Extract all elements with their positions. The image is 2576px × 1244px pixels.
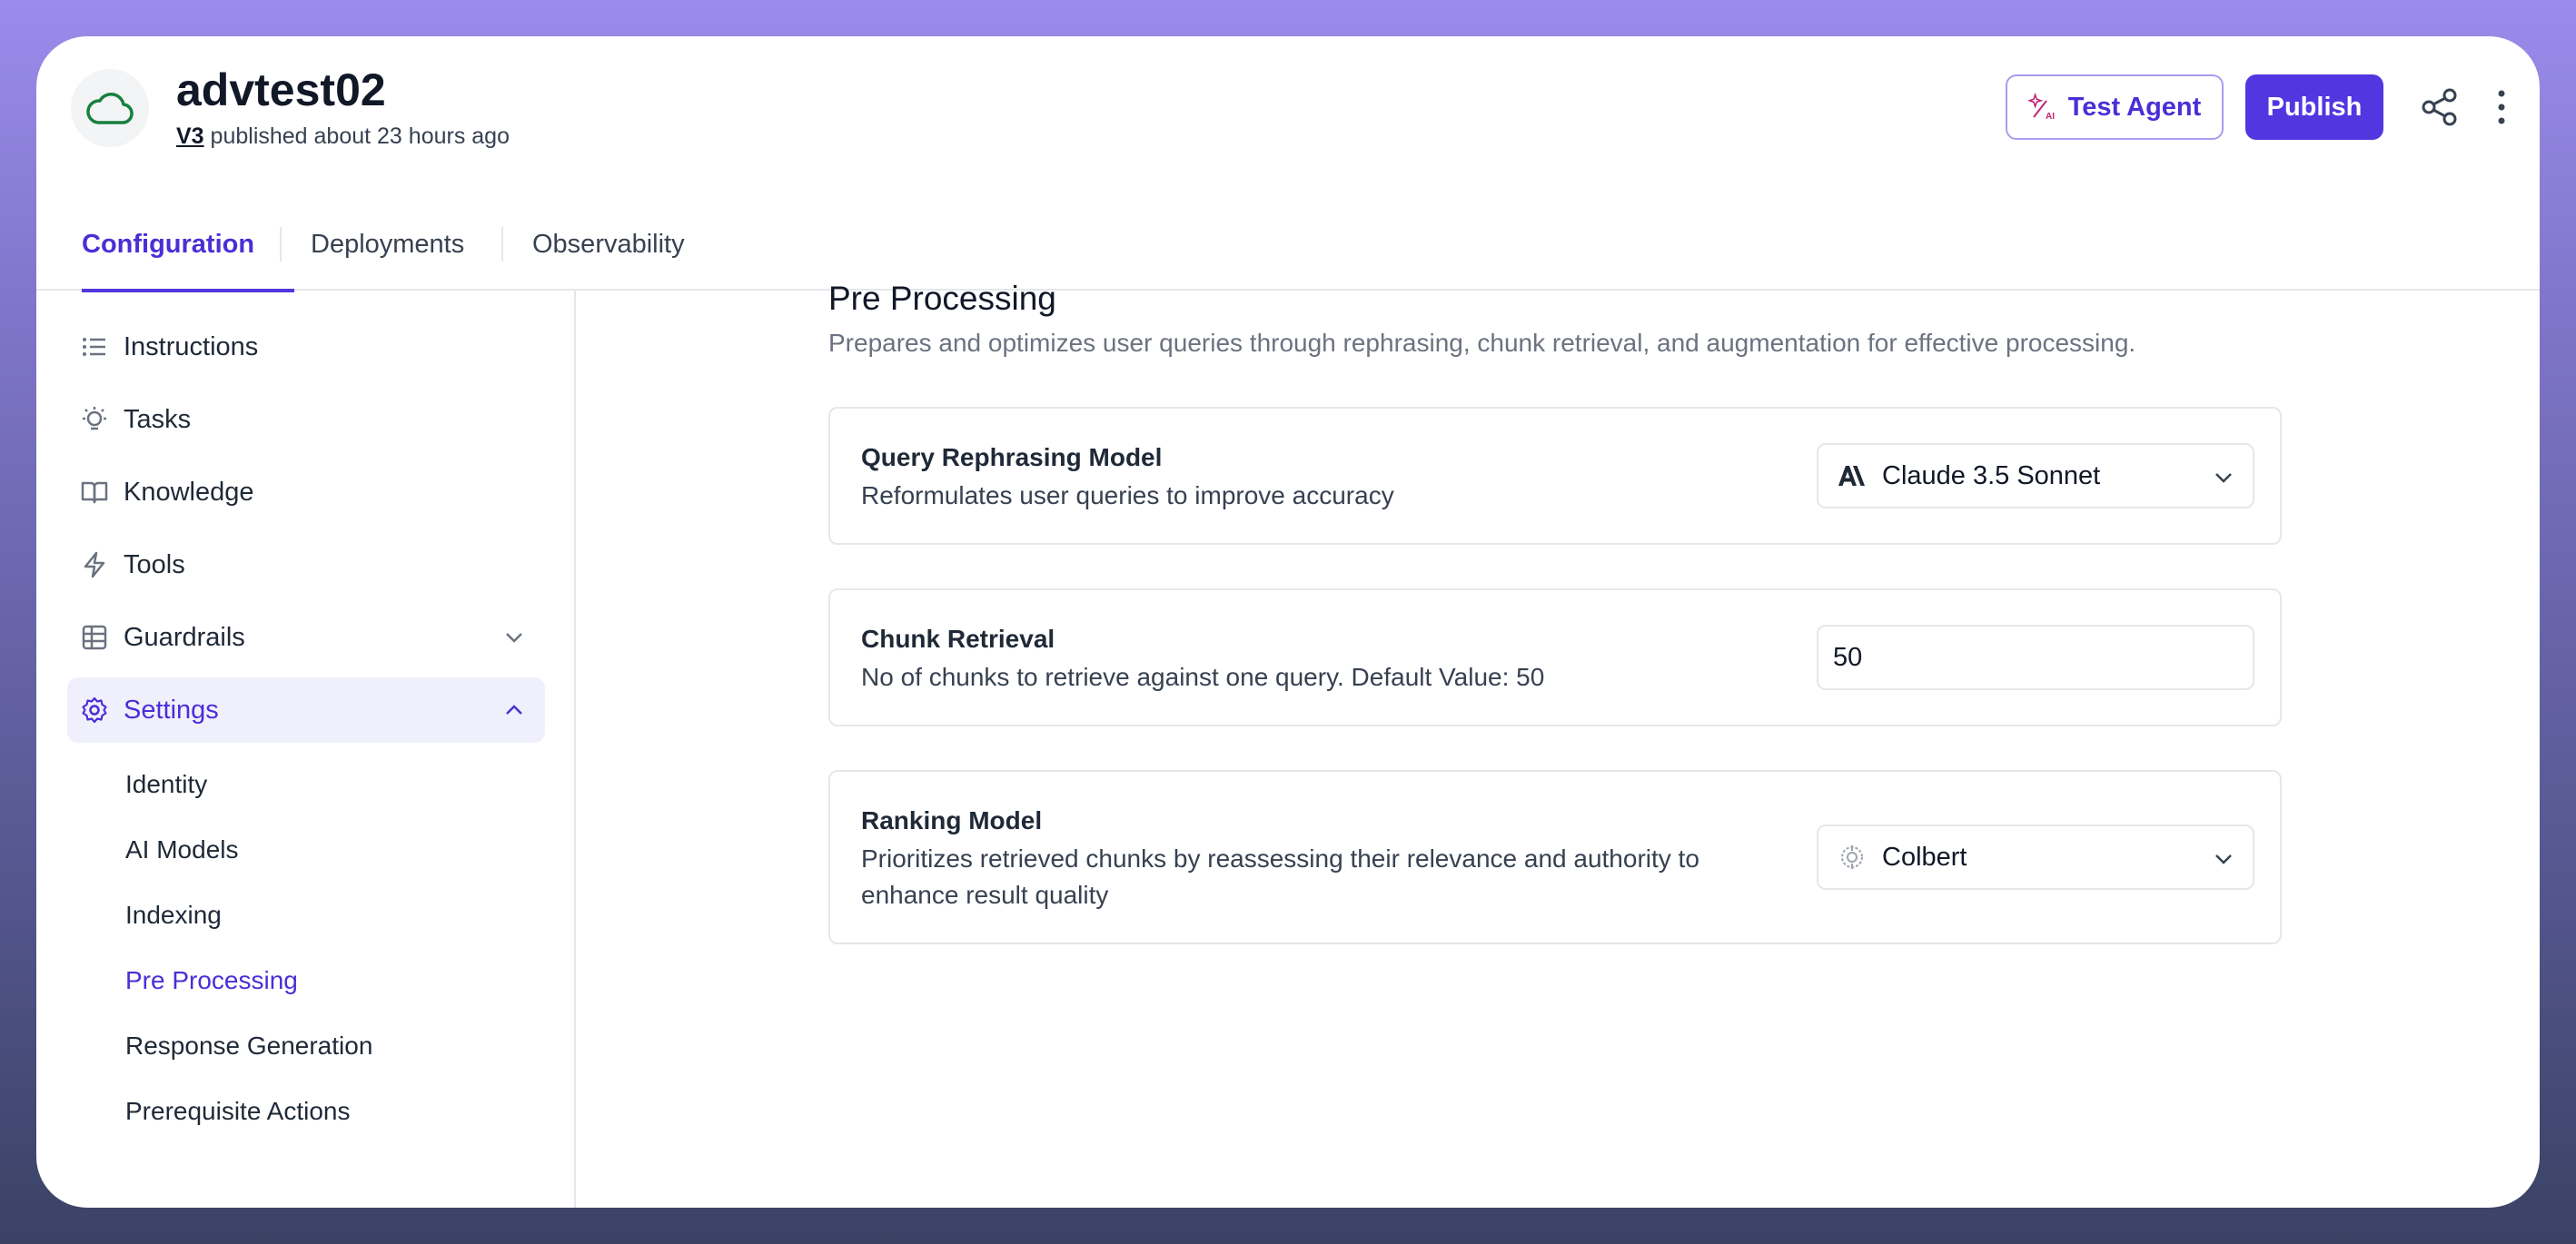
chunk-count-input[interactable]: 50 (1817, 625, 2254, 690)
anthropic-icon (1837, 462, 1868, 489)
tab-divider (280, 227, 282, 262)
test-agent-label: Test Agent (2067, 92, 2202, 122)
tab-configuration[interactable]: Configuration (82, 198, 294, 292)
tab-bar: Configuration Deployments Observability (36, 198, 2540, 292)
sidebar-item-settings[interactable]: Settings (67, 677, 545, 743)
sidebar-subitem-indexing[interactable]: Indexing (125, 901, 222, 930)
more-vertical-icon[interactable] (2492, 87, 2511, 127)
sidebar-item-label: Guardrails (124, 622, 245, 652)
card-description: No of chunks to retrieve against one que… (861, 663, 1545, 691)
sidebar-subitem-identity[interactable]: Identity (125, 770, 207, 799)
lightbulb-icon (80, 405, 109, 434)
sidebar-item-label: Settings (124, 695, 219, 725)
page-description: Prepares and optimizes user queries thro… (828, 329, 2136, 357)
ranking-model-card: Ranking Model Prioritizes retrieved chun… (828, 770, 2282, 944)
sidebar-item-guardrails[interactable]: Guardrails (67, 605, 545, 670)
sidebar-item-tools[interactable]: Tools (67, 532, 545, 597)
card-description: Reformulates user queries to improve acc… (861, 481, 1394, 509)
selected-value: Claude 3.5 Sonnet (1882, 460, 2101, 490)
publish-status: V3 published about 23 hours ago (176, 123, 510, 150)
chevron-up-icon (506, 705, 522, 715)
sidebar-subitem-response-generation[interactable]: Response Generation (125, 1032, 372, 1061)
publish-button[interactable]: Publish (2245, 74, 2383, 140)
sidebar-item-label: Instructions (124, 331, 259, 361)
sidebar-item-instructions[interactable]: Instructions (67, 314, 545, 380)
version-link[interactable]: V3 (176, 123, 204, 149)
sidebar-subitem-prerequisite-actions[interactable]: Prerequisite Actions (125, 1097, 350, 1126)
card-title: Ranking Model (861, 806, 1043, 834)
card-title: Query Rephrasing Model (861, 443, 1163, 471)
svg-text:AI: AI (2046, 112, 2055, 122)
selected-value: Colbert (1882, 842, 1967, 872)
query-rephrasing-model-select[interactable]: Claude 3.5 Sonnet (1817, 443, 2254, 508)
share-icon[interactable] (2420, 87, 2460, 127)
app-window: advtest02 V3 published about 23 hours ag… (36, 36, 2540, 1208)
sidebar-item-label: Tasks (124, 404, 192, 434)
tab-divider (501, 227, 503, 262)
query-rephrasing-card: Query Rephrasing Model Reformulates user… (828, 407, 2282, 545)
sidebar-item-knowledge[interactable]: Knowledge (67, 459, 545, 525)
book-icon (80, 478, 109, 507)
sidebar-item-label: Knowledge (124, 477, 254, 507)
test-agent-button[interactable]: AI Test Agent (2006, 74, 2224, 140)
grid-icon (80, 623, 109, 652)
ranking-model-select[interactable]: Colbert (1817, 824, 2254, 890)
sidebar-item-label: Tools (124, 549, 185, 579)
chunk-retrieval-card: Chunk Retrieval No of chunks to retrieve… (828, 588, 2282, 726)
list-icon (80, 332, 109, 361)
sidebar-subitem-pre-processing[interactable]: Pre Processing (125, 966, 298, 995)
tab-deployments[interactable]: Deployments (311, 198, 464, 291)
chevron-down-icon (506, 633, 522, 643)
sidebar-item-tasks[interactable]: Tasks (67, 387, 545, 452)
lightning-icon (80, 550, 109, 579)
colbert-icon (1837, 844, 1868, 871)
agent-avatar (71, 69, 149, 147)
cloud-icon (86, 93, 134, 124)
ai-sparkle-icon: AI (2027, 93, 2055, 122)
sidebar: Instructions Tasks Knowledge Tools Guard… (36, 291, 576, 1208)
published-text: published about 23 hours ago (210, 123, 510, 149)
card-title: Chunk Retrieval (861, 625, 1055, 653)
gear-icon (80, 696, 109, 725)
sidebar-subitem-ai-models[interactable]: AI Models (125, 835, 239, 864)
chevron-down-icon (2215, 473, 2232, 483)
chevron-down-icon (2215, 854, 2232, 864)
card-description: Prioritizes retrieved chunks by reassess… (861, 844, 1699, 909)
agent-name: advtest02 (176, 64, 386, 115)
page-title: Pre Processing (828, 280, 1056, 317)
tab-observability[interactable]: Observability (532, 198, 685, 291)
